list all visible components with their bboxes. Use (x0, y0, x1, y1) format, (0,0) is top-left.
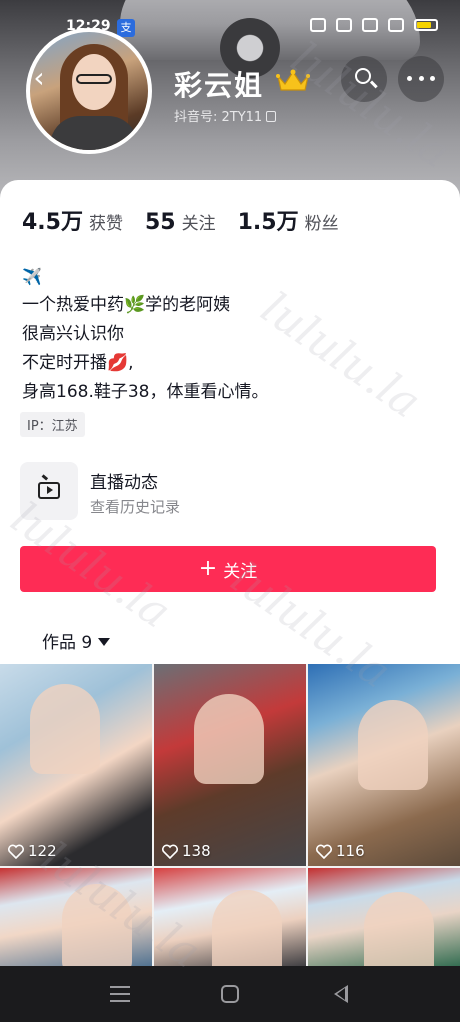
douyin-id-text: 抖音号: 2TY11 (174, 110, 263, 125)
bio-line-5: 身高168.鞋子38，体重看心情。 (22, 382, 269, 402)
alipay-badge-icon: 支 (117, 19, 135, 37)
like-count-text: 138 (182, 842, 211, 860)
video-tile[interactable] (154, 868, 306, 968)
bio-line-2: 一个热爱中药🌿学的老阿姨 (22, 291, 268, 320)
bio: ✈️ 一个热爱中药🌿学的老阿姨 很高兴认识你 不定时开播💋, 身高168.鞋子3… (22, 262, 268, 407)
nav-menu-icon[interactable] (110, 986, 130, 1002)
follow-button[interactable]: + 关注 (20, 546, 436, 592)
live-title: 直播动态 (90, 473, 158, 493)
video-tile[interactable]: 116 (308, 664, 460, 866)
live-icon-box (20, 462, 78, 520)
bio-line-4: 不定时开播💋, (22, 349, 268, 378)
bio-line-4a: 不定时开播 (22, 353, 107, 373)
heart-icon (162, 844, 178, 859)
works-tab-label: 作品 9 (42, 633, 93, 653)
avatar-glasses (76, 74, 112, 84)
mute-icon (310, 18, 326, 32)
like-count: 116 (316, 842, 365, 860)
nav-back-icon[interactable] (334, 985, 348, 1003)
likes-label[interactable]: 获赞 (89, 209, 123, 234)
system-nav-bar (0, 966, 460, 1022)
video-grid: 122 138 116 (0, 664, 460, 968)
video-thumbnail-person (194, 694, 264, 784)
nav-home-icon[interactable] (221, 985, 239, 1003)
video-thumbnail-person (364, 892, 434, 968)
more-icon (407, 76, 435, 81)
lips-emoji: 💋 (107, 353, 129, 373)
crown-icon (276, 69, 310, 91)
plus-icon: + (198, 556, 218, 581)
ip-location-tag: IP：江苏 (20, 412, 85, 437)
signal-icon (388, 18, 404, 32)
copy-icon[interactable] (266, 111, 277, 122)
followers-count[interactable]: 1.5万 (238, 204, 299, 236)
wifi-icon (336, 18, 352, 32)
video-thumbnail-person (30, 684, 100, 774)
airplane-emoji: ✈️ (22, 267, 42, 286)
bio-line-2b: 学的老阿姨 (145, 295, 231, 315)
bio-line-3: 很高兴认识你 (22, 324, 124, 344)
video-tile[interactable]: 122 (0, 664, 152, 866)
more-button[interactable] (398, 56, 444, 102)
like-count: 122 (8, 842, 57, 860)
live-subtitle: 查看历史记录 (90, 498, 181, 516)
following-count[interactable]: 55 (145, 210, 176, 235)
live-tv-icon (38, 482, 60, 499)
profile-card: 4.5万 获赞 55 关注 1.5万 粉丝 ✈️ 一个热爱中药🌿学的老阿姨 很高… (0, 180, 460, 664)
followers-label[interactable]: 粉丝 (305, 209, 339, 234)
heart-icon (8, 844, 24, 859)
avatar-body (50, 116, 138, 150)
likes-count[interactable]: 4.5万 (22, 204, 83, 236)
hd-icon (362, 18, 378, 32)
search-icon (355, 68, 371, 84)
video-tile[interactable] (0, 868, 152, 968)
follow-label: 关注 (223, 561, 258, 582)
search-button[interactable] (341, 56, 387, 102)
status-icons (310, 18, 438, 32)
tab-works[interactable]: 作品 9 (42, 628, 111, 653)
heart-icon (316, 844, 332, 859)
battery-icon (414, 19, 438, 31)
nickname: 彩云姐 (174, 69, 265, 102)
video-thumbnail-person (358, 700, 428, 790)
live-history-entry[interactable]: 直播动态 查看历史记录 (20, 462, 440, 522)
bio-line-2a: 一个热爱中药 (22, 295, 124, 315)
douyin-id: 抖音号: 2TY11 (174, 106, 277, 125)
like-count-text: 116 (336, 842, 365, 860)
herb-emoji: 🌿 (124, 295, 146, 315)
video-thumbnail-person (62, 884, 132, 968)
video-tile[interactable]: 138 (154, 664, 306, 866)
back-icon[interactable]: ‹ (22, 62, 56, 96)
like-count-text: 122 (28, 842, 57, 860)
like-count: 138 (162, 842, 211, 860)
following-label[interactable]: 关注 (182, 209, 216, 234)
stats-row: 4.5万 获赞 55 关注 1.5万 粉丝 (22, 204, 361, 236)
chevron-down-icon (98, 638, 111, 646)
video-tile[interactable] (308, 868, 460, 968)
bio-line-4b: , (128, 353, 134, 373)
video-thumbnail-person (212, 890, 282, 968)
